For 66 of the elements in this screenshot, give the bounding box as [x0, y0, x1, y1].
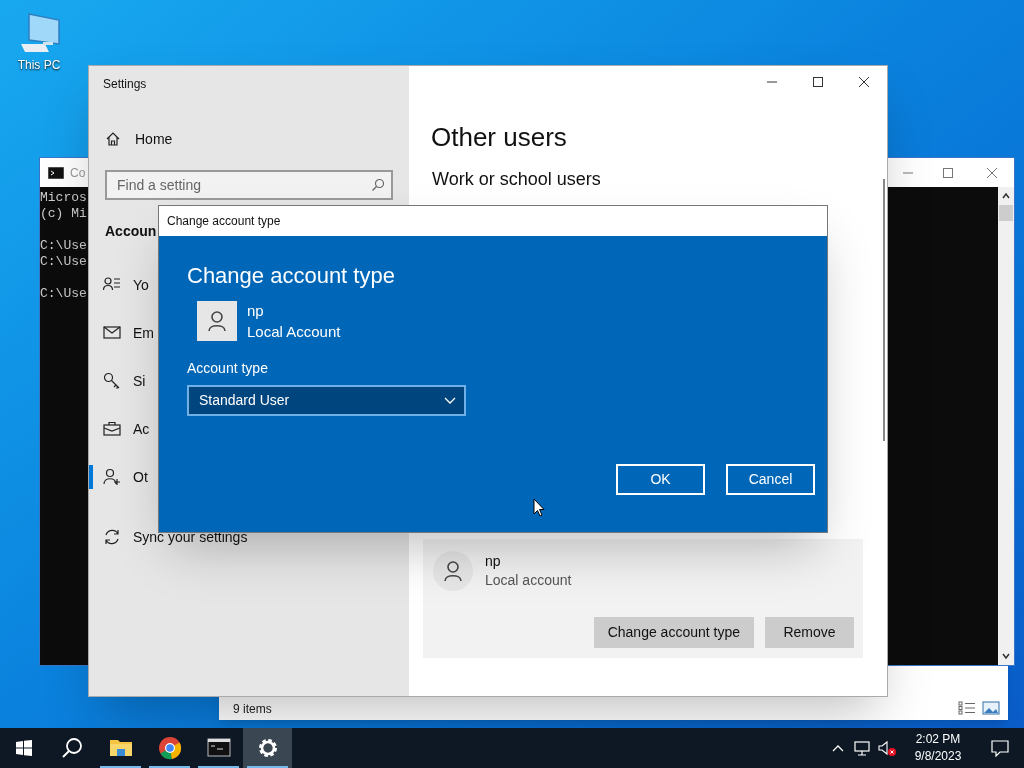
console-line: C:\Use: [40, 238, 87, 254]
console-line: C:\Use: [40, 254, 87, 270]
close-icon: [986, 166, 998, 179]
person-add-icon: [103, 468, 121, 486]
nav-item[interactable]: Si: [89, 367, 146, 395]
briefcase-icon: [103, 420, 121, 438]
nav-item[interactable]: Em: [89, 319, 154, 347]
nav-link[interactable]: Home: [89, 126, 409, 152]
console-icon: [206, 736, 231, 760]
console-line: C:\Use: [40, 286, 87, 302]
change-account-type-button[interactable]: Change account type: [593, 617, 754, 648]
section-heading: Work or school users: [431, 168, 602, 191]
home-icon: [105, 131, 121, 147]
envelope-icon: [103, 324, 121, 342]
dialog-title: Change account type: [167, 213, 281, 230]
section-heading: Accoun: [105, 222, 157, 241]
notifications-icon: [991, 739, 1009, 757]
scroll-up-icon[interactable]: [1001, 191, 1011, 201]
account-type-text: Local Account: [247, 322, 341, 342]
maximize-icon: [942, 166, 954, 179]
chevron-down-icon: [444, 396, 456, 405]
sync-icon: [103, 528, 121, 546]
date-text: 9/8/2023: [914, 748, 962, 765]
window-title: Settings: [102, 76, 148, 93]
search-field[interactable]: Find a setting: [105, 170, 393, 200]
search-icon: [61, 737, 83, 759]
console-line: Micros: [40, 190, 87, 206]
console-app-icon: [48, 166, 64, 179]
status-text: 9 items: [233, 701, 272, 718]
large-icons-view-icon[interactable]: [982, 701, 1000, 715]
clock[interactable]: 2:02 PM 9/8/2023: [900, 728, 976, 768]
details-view-icon[interactable]: [958, 701, 976, 715]
key-icon: [103, 372, 121, 390]
user-name: np: [247, 301, 265, 321]
person-icon: [207, 310, 227, 332]
show-hidden-icons-icon: [832, 743, 844, 753]
scroll-down-icon[interactable]: [1001, 651, 1011, 661]
network-icon: [854, 740, 870, 756]
user-card[interactable]: np Local account Change account type Remove: [423, 539, 863, 658]
remove-button[interactable]: Remove: [765, 617, 854, 648]
nav-item[interactable]: Ot: [89, 463, 148, 491]
dialog-heading: Change account type: [187, 262, 396, 290]
maximize-icon: [812, 76, 824, 88]
taskbar-app-button[interactable]: [243, 728, 292, 768]
account-type-text: Local account: [485, 571, 572, 590]
person-icon: [443, 560, 463, 582]
window-title: Co: [70, 164, 86, 182]
chrome-icon: [157, 736, 182, 760]
windows-logo-icon: [16, 740, 32, 756]
field-label: Account type: [187, 359, 269, 378]
mouse-pointer-icon: [533, 498, 545, 517]
console-line: (c) Mi: [40, 206, 87, 222]
page-title: Other users: [430, 121, 568, 154]
nav-item[interactable]: Yo: [89, 271, 149, 299]
volume-icon: [878, 740, 896, 756]
close-icon: [858, 76, 870, 88]
search-icon: [371, 178, 385, 192]
cancel-button[interactable]: Cancel: [726, 464, 815, 495]
user-name: np: [485, 552, 502, 571]
time-text: 2:02 PM: [915, 731, 961, 748]
scrollbar-thumb[interactable]: [999, 205, 1013, 221]
ok-button[interactable]: OK: [616, 464, 705, 495]
scrollbar-thumb[interactable]: [883, 179, 885, 441]
nav-item[interactable]: Ac: [89, 415, 150, 443]
account-type-dropdown[interactable]: Standard User: [187, 385, 466, 416]
scrollbar[interactable]: [998, 187, 1014, 665]
